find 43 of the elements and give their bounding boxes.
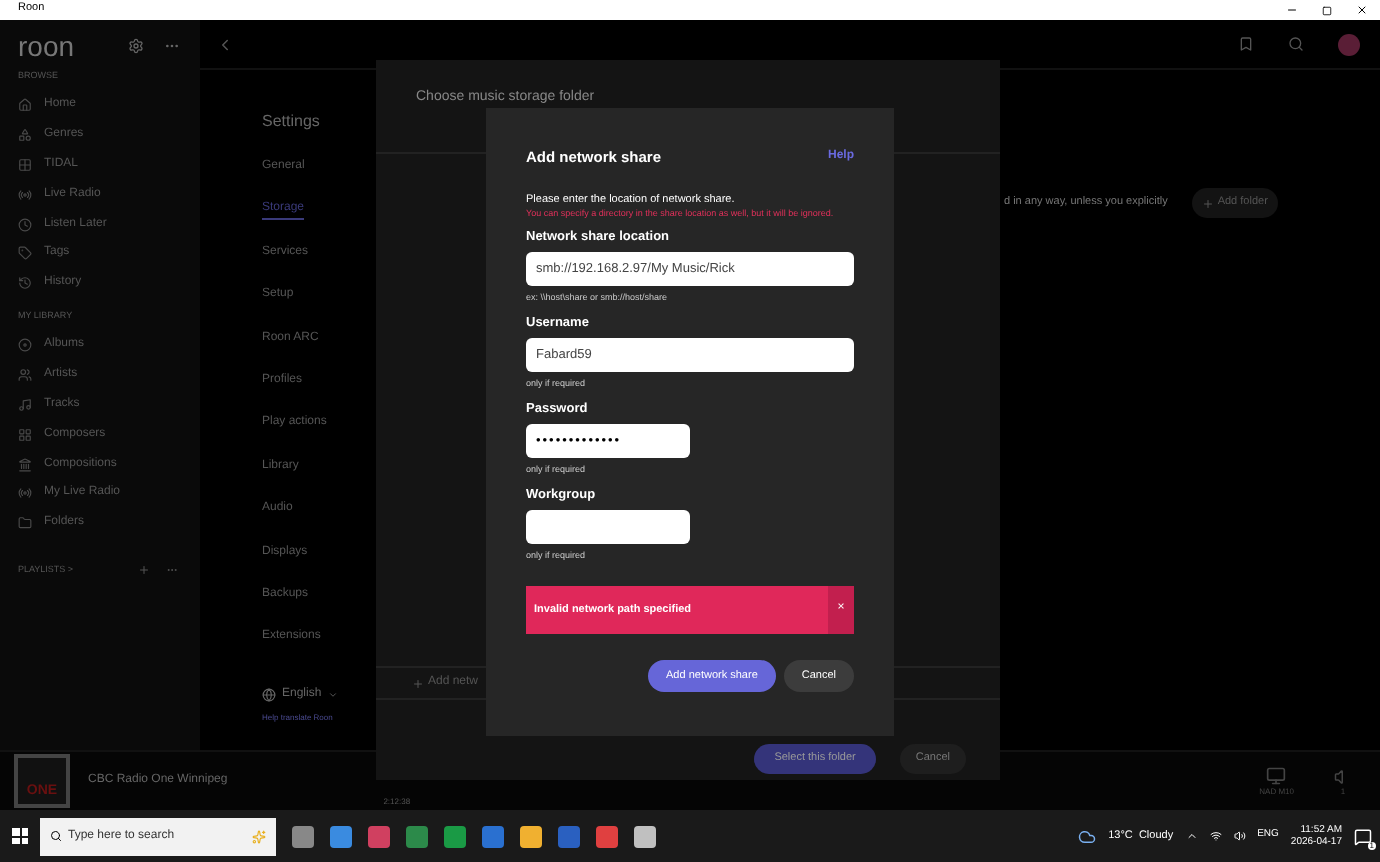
app-icon[interactable]	[330, 825, 352, 847]
app-icon[interactable]	[406, 825, 428, 847]
history-icon	[18, 276, 32, 291]
start-icon[interactable]	[12, 828, 28, 844]
network-icon[interactable]	[1209, 830, 1222, 842]
app-icon[interactable]	[520, 825, 542, 847]
speaker-icon[interactable]	[1233, 830, 1246, 842]
app-icon[interactable]	[634, 825, 656, 847]
app-icon[interactable]	[444, 825, 466, 847]
folder-icon	[18, 516, 32, 531]
music-note-icon	[18, 398, 32, 413]
app-icon[interactable]	[596, 825, 618, 847]
maximize-icon[interactable]	[1322, 5, 1332, 15]
minimize-icon[interactable]	[1286, 4, 1298, 16]
close-icon[interactable]	[1356, 4, 1368, 16]
bookmark-icon[interactable]	[1238, 36, 1254, 52]
building-icon	[18, 457, 32, 472]
grid-icon	[18, 427, 32, 442]
radio-icon	[18, 486, 32, 501]
plus-icon	[412, 677, 424, 689]
tag-icon	[18, 246, 32, 261]
radio-icon	[18, 187, 32, 202]
settings-icon[interactable]	[128, 38, 144, 54]
input-field[interactable]	[526, 510, 690, 545]
grid-icon	[18, 157, 32, 172]
logo: roon	[18, 32, 77, 60]
disc-icon	[18, 338, 32, 353]
language-icon	[262, 687, 276, 702]
back-icon[interactable]	[216, 35, 234, 53]
page-title: Settings	[262, 114, 322, 130]
people-icon	[18, 368, 32, 383]
caret-icon[interactable]	[1185, 830, 1198, 842]
clock-icon	[18, 217, 32, 232]
search-icon	[50, 830, 62, 842]
sparkle-icon	[252, 829, 266, 843]
app-icon[interactable]	[292, 825, 314, 847]
search-icon[interactable]	[1288, 36, 1304, 52]
cloud-icon	[1078, 827, 1097, 845]
home-icon	[18, 98, 32, 113]
shapes-icon	[18, 128, 32, 143]
caret-icon	[327, 689, 338, 700]
plus-icon	[1201, 197, 1214, 209]
notification-icon[interactable]	[1354, 827, 1372, 845]
